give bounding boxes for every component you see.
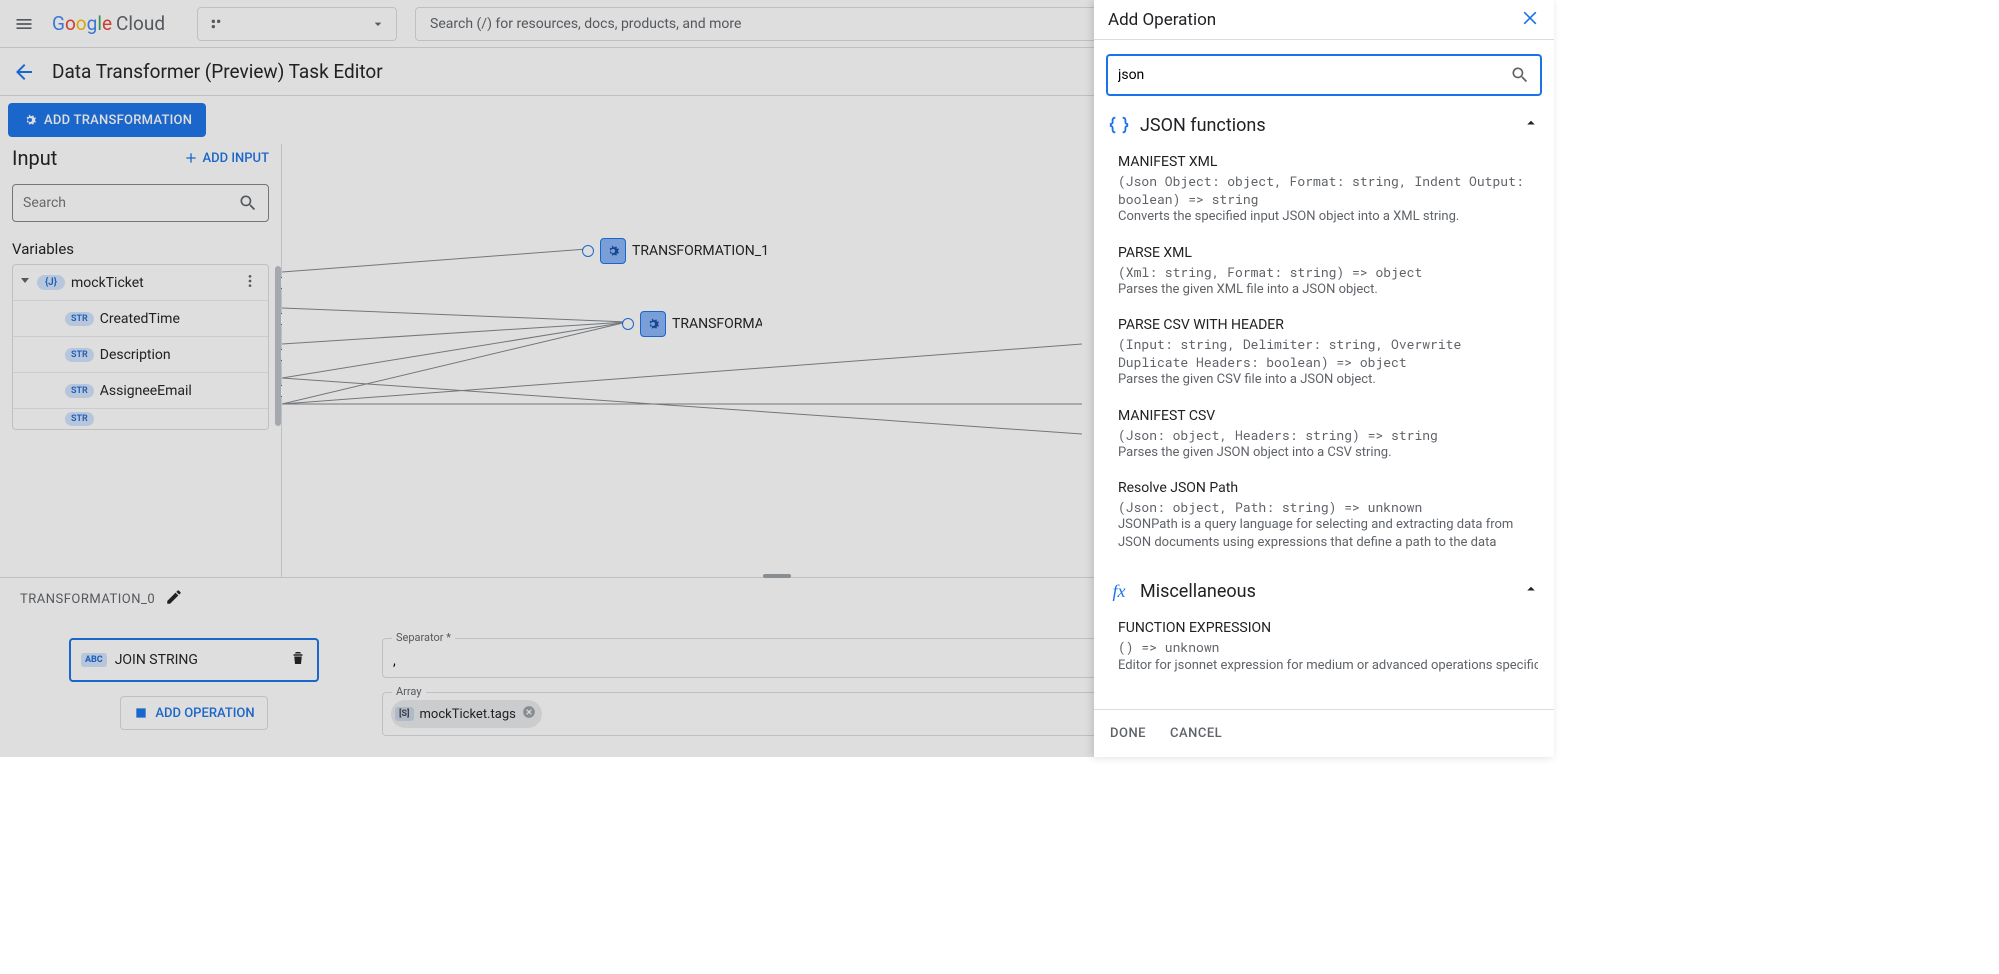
add-operation-drawer: Add Operation JSON functions MANIFEST XM… [1094,0,1554,757]
json-braces-icon [1108,114,1130,136]
category-miscellaneous[interactable]: fx Miscellaneous [1108,580,1540,602]
fn-parse-csv-header[interactable]: PARSE CSV WITH HEADER (Input: string, De… [1106,309,1542,400]
close-drawer-button[interactable] [1520,8,1540,32]
category-title: Miscellaneous [1140,581,1512,602]
done-button[interactable]: DONE [1110,726,1146,741]
modal-scrim[interactable] [0,0,1094,757]
fn-manifest-xml[interactable]: MANIFEST XML (Json Object: object, Forma… [1106,146,1542,237]
operation-search[interactable] [1106,54,1542,96]
search-icon [1510,65,1530,85]
category-title: JSON functions [1140,115,1512,136]
fn-manifest-csv[interactable]: MANIFEST CSV (Json: object, Headers: str… [1106,400,1542,472]
chevron-up-icon [1522,580,1540,602]
fn-function-expression[interactable]: FUNCTION EXPRESSION () => unknown Editor… [1106,612,1542,674]
drawer-footer: DONE CANCEL [1094,709,1554,757]
fx-icon: fx [1108,580,1130,602]
category-json-functions[interactable]: JSON functions [1108,114,1540,136]
drawer-title: Add Operation [1108,10,1216,30]
fn-resolve-json-path[interactable]: Resolve JSON Path (Json: object, Path: s… [1106,472,1542,563]
cancel-button[interactable]: CANCEL [1170,726,1222,741]
fn-parse-xml[interactable]: PARSE XML (Xml: string, Format: string) … [1106,237,1542,309]
chevron-up-icon [1522,114,1540,136]
operation-search-input[interactable] [1118,67,1510,83]
